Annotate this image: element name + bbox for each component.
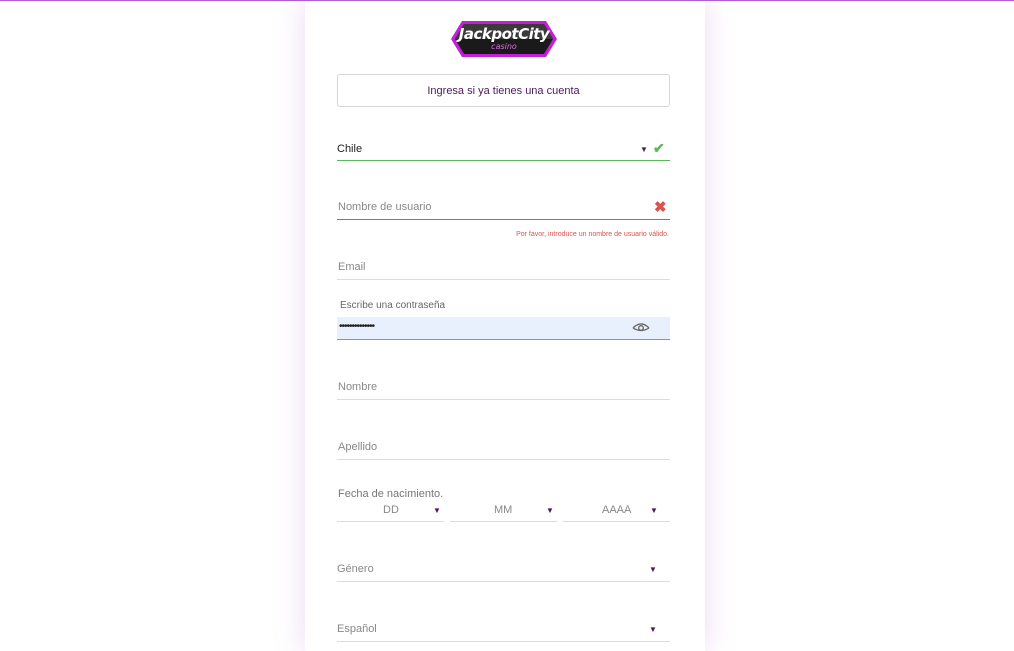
gender-underline — [337, 581, 670, 582]
eye-icon[interactable] — [632, 320, 650, 334]
dob-month-underline — [450, 521, 557, 522]
country-value: Chile — [337, 143, 363, 155]
dob-day-underline — [337, 521, 444, 522]
caret-down-icon: ▼ — [649, 625, 657, 634]
first-name-underline — [337, 399, 670, 400]
dob-day-select[interactable]: DD ▼ — [337, 501, 444, 522]
dob-label: Fecha de nacimiento. — [338, 488, 444, 500]
username-underline — [337, 219, 670, 220]
language-underline — [337, 641, 670, 642]
username-field[interactable]: Nombre de usuario ✖ Por favor, introduce… — [337, 198, 670, 243]
dob-day-placeholder: DD — [383, 504, 399, 516]
email-underline — [337, 279, 670, 280]
password-input[interactable]: •••••••••••••• — [337, 317, 670, 339]
email-field[interactable]: Email — [337, 258, 670, 282]
caret-down-icon: ▼ — [649, 565, 657, 574]
dob-year-select[interactable]: AAAA ▼ — [563, 501, 670, 522]
first-name-placeholder: Nombre — [338, 381, 378, 393]
caret-down-icon: ▼ — [546, 506, 554, 515]
dob-month-select[interactable]: MM ▼ — [450, 501, 557, 522]
caret-down-icon: ▼ — [650, 506, 658, 515]
dob-group: Fecha de nacimiento. DD ▼ MM ▼ AAAA ▼ — [337, 487, 670, 523]
email-placeholder: Email — [338, 261, 366, 273]
last-name-field[interactable]: Apellido — [337, 438, 670, 462]
username-placeholder: Nombre de usuario — [338, 201, 432, 213]
caret-down-icon: ▼ — [433, 506, 441, 515]
password-underline — [337, 339, 670, 340]
language-select[interactable]: Español ▼ — [337, 620, 670, 644]
password-field[interactable]: Escribe una contraseña •••••••••••••• — [337, 298, 670, 342]
language-value: Español — [337, 623, 377, 635]
gender-select[interactable]: Género ▼ — [337, 560, 670, 584]
dob-year-underline — [563, 521, 670, 522]
jackpotcity-logo: JackpotCity casino — [450, 19, 558, 59]
cross-icon: ✖ — [654, 199, 667, 216]
dob-month-placeholder: MM — [494, 504, 513, 516]
logo-subtitle: casino — [491, 42, 517, 51]
username-error-message: Por favor, introduce un nombre de usuari… — [516, 231, 669, 238]
country-select[interactable]: Chile ▼ ✔ — [337, 140, 670, 162]
first-name-field[interactable]: Nombre — [337, 378, 670, 402]
last-name-placeholder: Apellido — [338, 441, 378, 453]
country-underline — [337, 160, 670, 161]
gender-placeholder: Género — [337, 563, 374, 575]
check-icon: ✔ — [653, 140, 665, 156]
login-existing-account-button[interactable]: Ingresa si ya tienes una cuenta — [337, 74, 670, 107]
password-masked-value: •••••••••••••• — [339, 321, 375, 332]
last-name-underline — [337, 459, 670, 460]
password-label: Escribe una contraseña — [340, 300, 446, 311]
dob-year-placeholder: AAAA — [602, 504, 632, 516]
logo-wordmark: JackpotCity — [458, 25, 550, 43]
caret-down-icon: ▼ — [640, 145, 648, 154]
